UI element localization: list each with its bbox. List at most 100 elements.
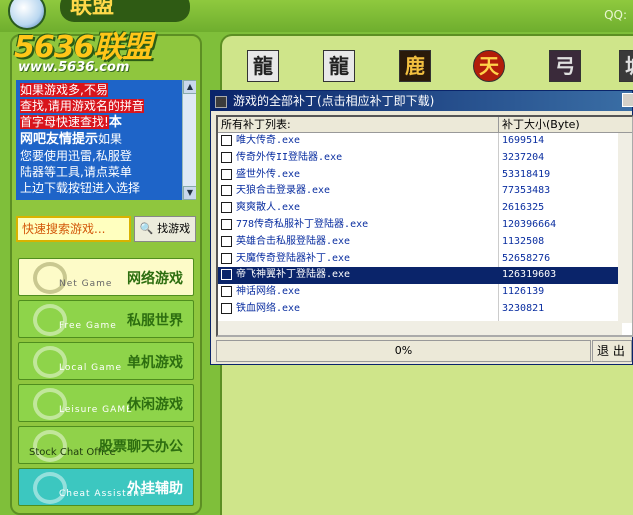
row-checkbox[interactable] xyxy=(221,185,232,197)
table-row[interactable]: 天狼合击登录器.exe 77353483 xyxy=(218,183,623,200)
category-cheat-assistant[interactable]: Cheat Assistant 外挂辅助 xyxy=(18,468,194,506)
game-icon[interactable]: 天 xyxy=(473,50,505,82)
notice-scrollbar[interactable]: ▲ ▼ xyxy=(182,80,196,200)
game-icon[interactable]: 弓 xyxy=(549,50,581,82)
category-local-game[interactable]: Local Game 单机游戏 xyxy=(18,342,194,380)
row-checkbox[interactable] xyxy=(221,135,232,146)
table-row[interactable]: 爽爽散人.exe 2616325 xyxy=(218,200,623,217)
patch-list: 所有补丁列表: 补丁大小(Byte) 唯大传奇.exe 1699514 传奇外传II… xyxy=(216,115,633,337)
list-header: 所有补丁列表: 补丁大小(Byte) xyxy=(218,117,632,133)
notice-line: 陆器等工具,请点菜单 xyxy=(20,165,132,179)
table-row[interactable]: 天魔传奇登陆器补丁.exe 52658276 xyxy=(218,251,623,268)
category-en-label: Free Game xyxy=(59,321,117,331)
ring-icon xyxy=(33,472,67,504)
patch-size: 1126139 xyxy=(502,286,545,298)
vertical-scrollbar[interactable] xyxy=(618,133,632,323)
notice-line: 查找,请用游戏名的拼音 xyxy=(20,99,144,113)
patch-size: 77353483 xyxy=(502,185,551,197)
category-free-game[interactable]: Free Game 私服世界 xyxy=(18,300,194,338)
notice-line: 如果游戏多,不易 xyxy=(20,83,108,97)
table-row[interactable]: 神话网络.exe 1126139 xyxy=(218,284,623,301)
find-game-button[interactable]: 🔍 找游戏 xyxy=(134,216,196,242)
search-row: 快速搜索游戏... 🔍 找游戏 xyxy=(16,216,196,242)
category-stock-chat-office[interactable]: Stock Chat Office 股票聊天办公 xyxy=(18,426,194,464)
scroll-up-icon[interactable]: ▲ xyxy=(183,80,196,94)
row-checkbox[interactable] xyxy=(221,269,232,281)
game-icon[interactable]: 鹿 xyxy=(399,50,431,82)
column-header-size[interactable]: 补丁大小(Byte) xyxy=(499,117,632,133)
progress-status: 0% xyxy=(216,340,591,362)
table-row[interactable]: 传奇外传II登陆器.exe 3237204 xyxy=(218,150,623,167)
game-icon[interactable]: 城 xyxy=(619,50,633,82)
search-icon: 🔍 xyxy=(139,222,154,235)
column-header-name[interactable]: 所有补丁列表: xyxy=(218,117,499,133)
patch-size: 126319603 xyxy=(502,269,557,281)
find-game-label: 找游戏 xyxy=(157,222,191,235)
close-icon[interactable] xyxy=(622,93,633,107)
patch-name: 传奇外传II登陆器.exe xyxy=(236,151,343,163)
category-net-game[interactable]: Net Game 网络游戏 xyxy=(18,258,194,296)
row-checkbox[interactable] xyxy=(221,252,232,264)
table-row[interactable]: 英雄合击私服登陆器.exe 1132508 xyxy=(218,234,623,251)
notice-line: 本 xyxy=(108,115,122,130)
dialog-titlebar: 游戏的全部补丁(点击相应补丁即下载) xyxy=(211,91,633,111)
patch-size: 3230821 xyxy=(502,302,545,314)
table-row[interactable]: 盛世外传.exe 53318419 xyxy=(218,167,623,184)
notice-line: 上边下载按钮进入选择 xyxy=(20,181,141,195)
exit-button[interactable]: 退 出 xyxy=(592,340,632,362)
category-cn-label: 休闲游戏 xyxy=(127,397,183,413)
row-checkbox[interactable] xyxy=(221,235,232,247)
ring-icon xyxy=(33,388,67,420)
patch-name: 铁血网络.exe xyxy=(236,302,301,314)
notice-heading: 网吧友情提示 xyxy=(20,132,99,147)
table-row[interactable]: 778传奇私服补丁登陆器.exe 120396664 xyxy=(218,217,623,234)
brand-url: www.5636.com xyxy=(18,60,130,75)
app-title: 联盟 xyxy=(60,0,190,22)
patch-name: 天狼合击登录器.exe xyxy=(236,185,331,197)
game-icon[interactable]: 龍 xyxy=(323,50,355,82)
table-row[interactable]: 帝飞神翼补丁登陆器.exe 126319603 xyxy=(218,267,623,285)
table-row[interactable]: 唯大传奇.exe 1699514 xyxy=(218,133,623,150)
horizontal-scrollbar[interactable] xyxy=(218,321,622,335)
category-cn-label: 私服世界 xyxy=(127,313,183,329)
category-leisure-game[interactable]: Leisure GAME 休闲游戏 xyxy=(18,384,194,422)
row-checkbox[interactable] xyxy=(221,302,232,314)
qq-label: QQ: xyxy=(604,8,627,22)
notice-box: 如果游戏多,不易 查找,请用游戏名的拼音 首字母快速查找!本 网吧友情提示如果 … xyxy=(16,80,196,200)
patch-size: 52658276 xyxy=(502,252,551,264)
category-cn-label: 股票聊天办公 xyxy=(99,439,183,455)
category-en-label: Local Game xyxy=(59,363,122,373)
notice-line: 如果 xyxy=(98,132,123,146)
patch-name: 唯大传奇.exe xyxy=(236,135,301,146)
patch-name: 帝飞神翼补丁登陆器.exe xyxy=(236,269,351,281)
patch-size: 120396664 xyxy=(502,218,557,230)
patch-name: 天魔传奇登陆器补丁.exe xyxy=(236,252,351,264)
ring-icon xyxy=(33,304,67,336)
category-cn-label: 外挂辅助 xyxy=(127,481,183,497)
ring-icon xyxy=(33,346,67,378)
table-row[interactable]: 铁血网络.exe 3230821 xyxy=(218,301,623,318)
patch-size: 53318419 xyxy=(502,168,551,180)
patch-size: 1699514 xyxy=(502,135,545,146)
row-checkbox[interactable] xyxy=(221,168,232,180)
patch-name: 英雄合击私服登陆器.exe xyxy=(236,235,351,247)
category-cn-label: 网络游戏 xyxy=(127,271,183,287)
patch-size: 1132508 xyxy=(502,235,545,247)
ring-icon xyxy=(33,262,67,294)
patch-name: 神话网络.exe xyxy=(236,286,301,298)
patch-size: 3237204 xyxy=(502,151,545,163)
row-checkbox[interactable] xyxy=(221,218,232,230)
search-input[interactable]: 快速搜索游戏... xyxy=(16,216,131,242)
row-checkbox[interactable] xyxy=(221,151,232,163)
notice-line: 首字母快速查找! xyxy=(20,115,109,129)
category-en-label: Leisure GAME xyxy=(59,405,133,415)
row-checkbox[interactable] xyxy=(221,202,232,214)
row-checkbox[interactable] xyxy=(221,286,232,298)
dialog-title: 游戏的全部补丁(点击相应补丁即下载) xyxy=(233,94,435,108)
game-icon[interactable]: 龍 xyxy=(247,50,279,82)
scroll-down-icon[interactable]: ▼ xyxy=(183,186,196,200)
notice-line: 您要使用迅雷,私服登 xyxy=(20,149,132,163)
category-en-label: Net Game xyxy=(59,279,113,289)
patch-name: 778传奇私服补丁登陆器.exe xyxy=(236,218,369,230)
patch-rows: 唯大传奇.exe 1699514 传奇外传II登陆器.exe 3237204 盛世外传.… xyxy=(218,133,623,318)
